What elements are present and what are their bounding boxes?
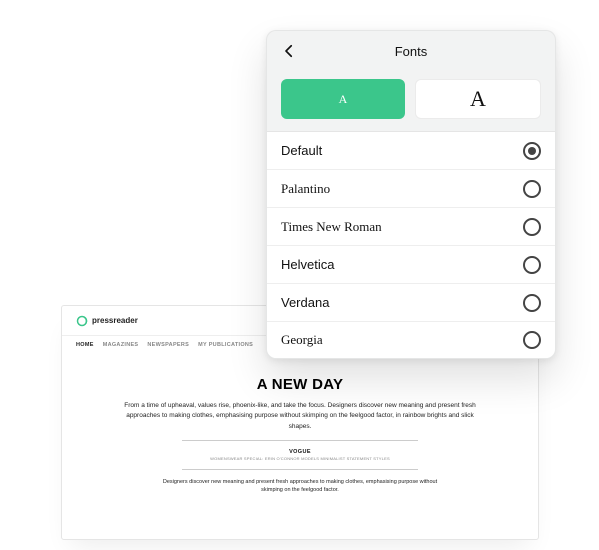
- font-size-large-button[interactable]: A: [415, 79, 541, 119]
- nav-home[interactable]: HOME: [76, 342, 94, 348]
- article-source: VOGUE: [122, 449, 478, 455]
- dialog-title: Fonts: [395, 44, 428, 59]
- article-source-sub: WOMENSWEAR SPECIAL: ERIN O'CONNOR MODELS…: [122, 456, 478, 461]
- nav-magazines[interactable]: MAGAZINES: [103, 342, 139, 348]
- divider: [182, 440, 418, 441]
- radio-icon: [523, 331, 541, 349]
- font-option-verdana[interactable]: Verdana: [267, 284, 555, 322]
- article-blurb: Designers discover new meaning and prese…: [122, 478, 478, 495]
- radio-icon: [523, 218, 541, 236]
- nav-my-publications[interactable]: MY PUBLICATIONS: [198, 342, 253, 348]
- size-large-label: A: [470, 86, 486, 112]
- radio-icon: [523, 180, 541, 198]
- dialog-header: Fonts: [267, 31, 555, 71]
- radio-icon: [523, 256, 541, 274]
- brand-icon: [76, 315, 88, 327]
- brand[interactable]: pressreader: [76, 315, 138, 327]
- font-option-label: Default: [281, 143, 322, 158]
- radio-icon: [523, 294, 541, 312]
- font-option-times-new-roman[interactable]: Times New Roman: [267, 208, 555, 246]
- article-headline: A NEW DAY: [122, 376, 478, 393]
- font-option-label: Helvetica: [281, 257, 334, 272]
- article-lede: From a time of upheaval, values rise, ph…: [122, 401, 478, 432]
- font-option-label: Times New Roman: [281, 219, 382, 235]
- font-size-small-button[interactable]: A: [281, 79, 405, 119]
- font-size-controls: A A: [267, 71, 555, 131]
- chevron-left-icon: [280, 42, 298, 60]
- divider: [182, 469, 418, 470]
- size-small-label: A: [339, 92, 348, 107]
- nav-newspapers[interactable]: NEWSPAPERS: [147, 342, 189, 348]
- font-option-helvetica[interactable]: Helvetica: [267, 246, 555, 284]
- font-option-default[interactable]: Default: [267, 132, 555, 170]
- back-button[interactable]: [275, 37, 303, 65]
- font-option-palantino[interactable]: Palantino: [267, 170, 555, 208]
- font-option-label: Verdana: [281, 295, 329, 310]
- font-list: Default Palantino Times New Roman Helvetica…: [267, 131, 555, 358]
- article-body: A NEW DAY From a time of upheaval, value…: [62, 354, 538, 495]
- font-option-label: Georgia: [281, 332, 323, 348]
- brand-name: pressreader: [92, 316, 138, 325]
- fonts-dialog: Fonts A A Default Palantino Times New Roma…: [266, 30, 556, 359]
- font-option-georgia[interactable]: Georgia: [267, 322, 555, 358]
- radio-icon: [523, 142, 541, 160]
- font-option-label: Palantino: [281, 181, 330, 197]
